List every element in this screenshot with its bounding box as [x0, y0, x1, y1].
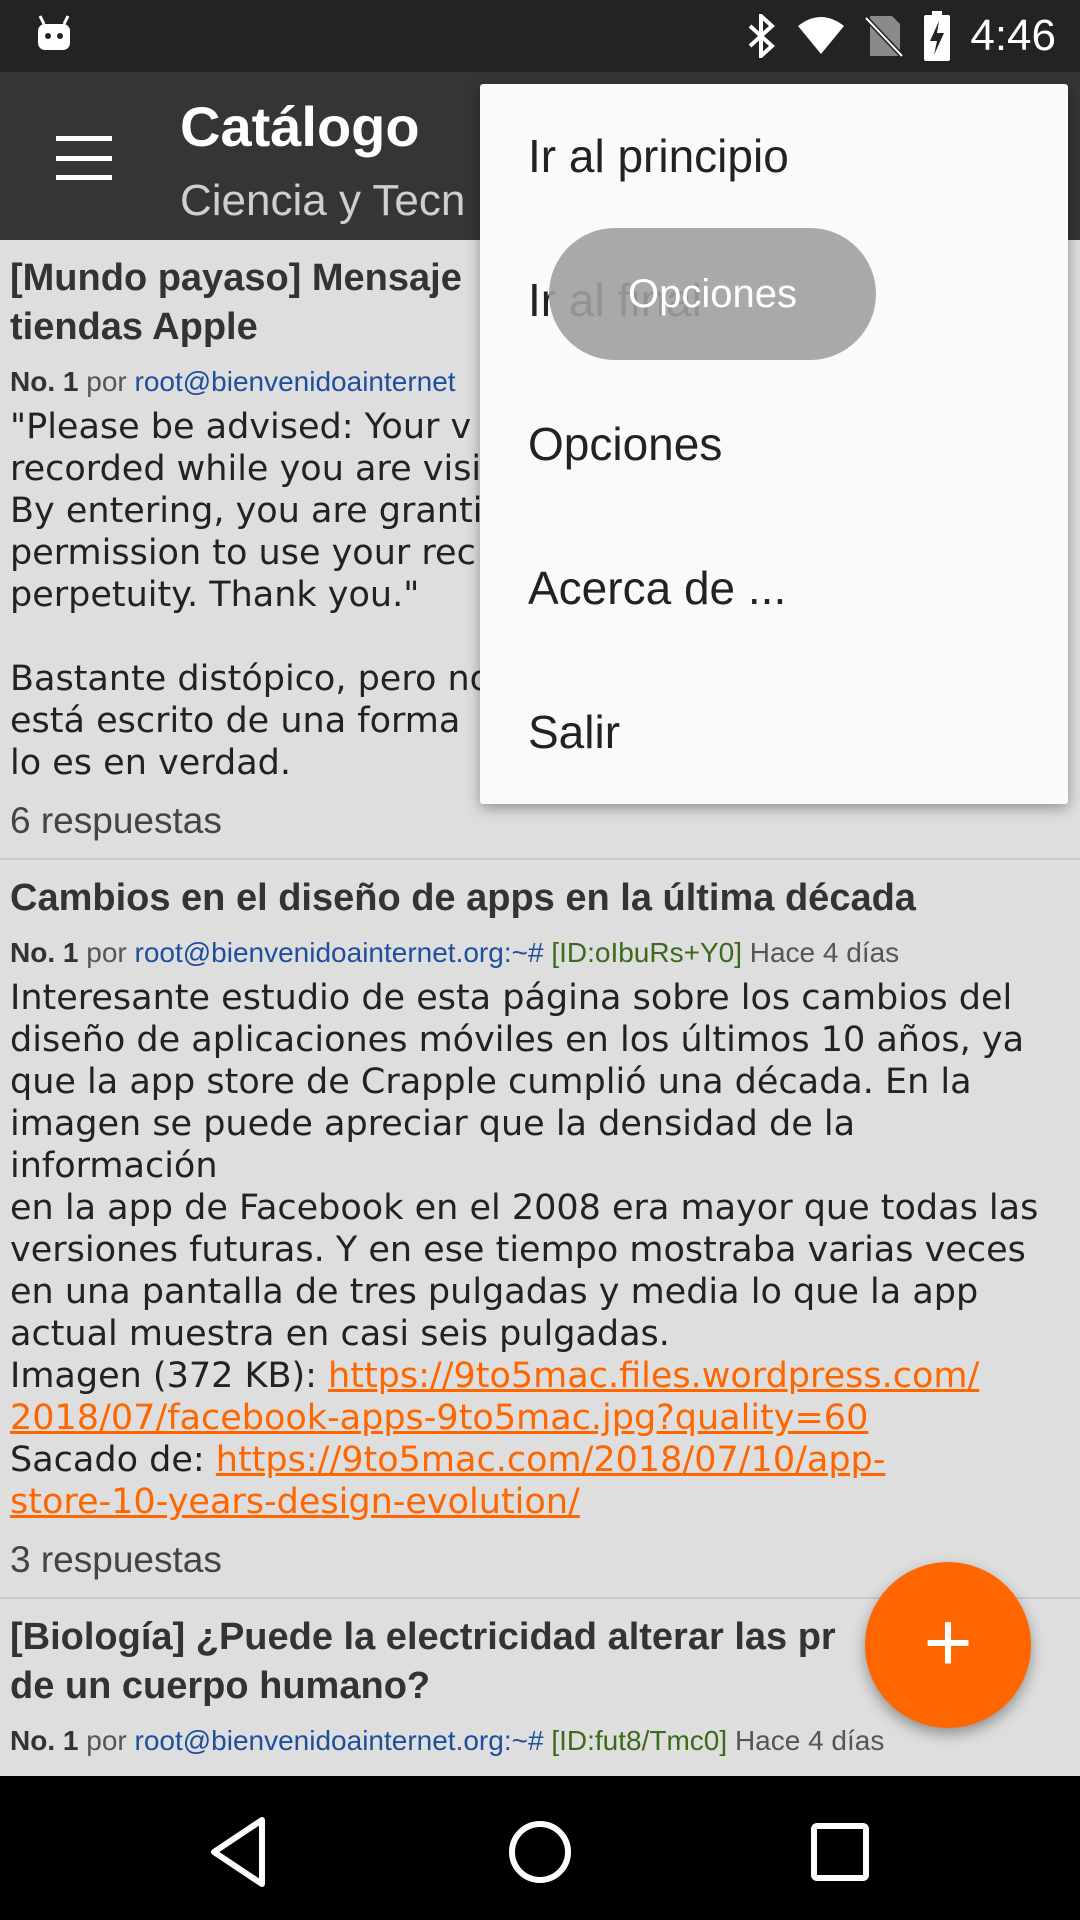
- post-by: por: [86, 366, 127, 397]
- home-icon[interactable]: [500, 1812, 580, 1892]
- post-replies[interactable]: 6 respuestas: [10, 798, 1070, 844]
- toast-message: Opciones: [549, 228, 876, 360]
- add-post-button[interactable]: +: [865, 1562, 1031, 1728]
- navigation-bar: [0, 1776, 1080, 1920]
- post-by: por: [86, 937, 127, 968]
- clock: 4:46: [970, 11, 1056, 60]
- post-author[interactable]: root@bienvenidoainternet.org:~#: [135, 937, 544, 968]
- post-body-text: Interesante estudio de esta página sobre…: [10, 978, 1039, 1354]
- post-number: No. 1: [10, 366, 79, 397]
- post-title: Cambios en el diseño de apps en la últim…: [10, 877, 916, 919]
- post-date: Hace 4 días: [734, 1725, 885, 1756]
- image-label: Imagen (372 KB):: [10, 1356, 329, 1396]
- page-title: Catálogo: [180, 95, 420, 158]
- menu-item-acerca-de[interactable]: Acerca de ...: [480, 516, 1068, 660]
- source-label: Sacado de:: [10, 1440, 216, 1480]
- menu-item-salir[interactable]: Salir: [480, 660, 1068, 804]
- recents-icon[interactable]: [800, 1812, 880, 1892]
- post-author[interactable]: root@bienvenidoainternet.org:~#: [135, 1725, 544, 1756]
- post-author[interactable]: root@bienvenidoainternet: [135, 366, 456, 397]
- post-date: Hace 4 días: [749, 937, 900, 968]
- post-by: por: [86, 1725, 127, 1756]
- status-bar: 4:46: [0, 0, 1080, 72]
- hamburger-icon[interactable]: [44, 128, 124, 188]
- post-body: Interesante estudio de esta página sobre…: [10, 977, 1070, 1523]
- page-subtitle: Ciencia y Tecn: [180, 176, 466, 225]
- battery-charging-icon: [924, 11, 951, 61]
- menu-item-opciones[interactable]: Opciones: [480, 372, 1068, 516]
- post-meta: No. 1 por root@bienvenidoainternet.org:~…: [10, 1723, 1070, 1759]
- wifi-icon: [798, 17, 845, 54]
- menu-item-ir-al-principio[interactable]: Ir al principio: [480, 84, 1068, 228]
- back-icon[interactable]: [200, 1812, 280, 1892]
- post-id: [ID:fut8/Tmc0]: [551, 1725, 728, 1756]
- plus-icon: +: [923, 1595, 973, 1689]
- list-item[interactable]: Cambios en el diseño de apps en la últim…: [0, 860, 1080, 1599]
- post-id: [ID:oIbuRs+Y0]: [551, 937, 742, 968]
- post-number: No. 1: [10, 937, 79, 968]
- bluetooth-icon: [749, 14, 776, 58]
- post-number: No. 1: [10, 1725, 79, 1756]
- android-icon: [38, 15, 70, 50]
- no-sim-icon: [864, 16, 905, 58]
- overflow-menu: Ir al principio Ir al final Opciones Ace…: [480, 84, 1068, 804]
- post-meta: No. 1 por root@bienvenidoainternet.org:~…: [10, 935, 1070, 971]
